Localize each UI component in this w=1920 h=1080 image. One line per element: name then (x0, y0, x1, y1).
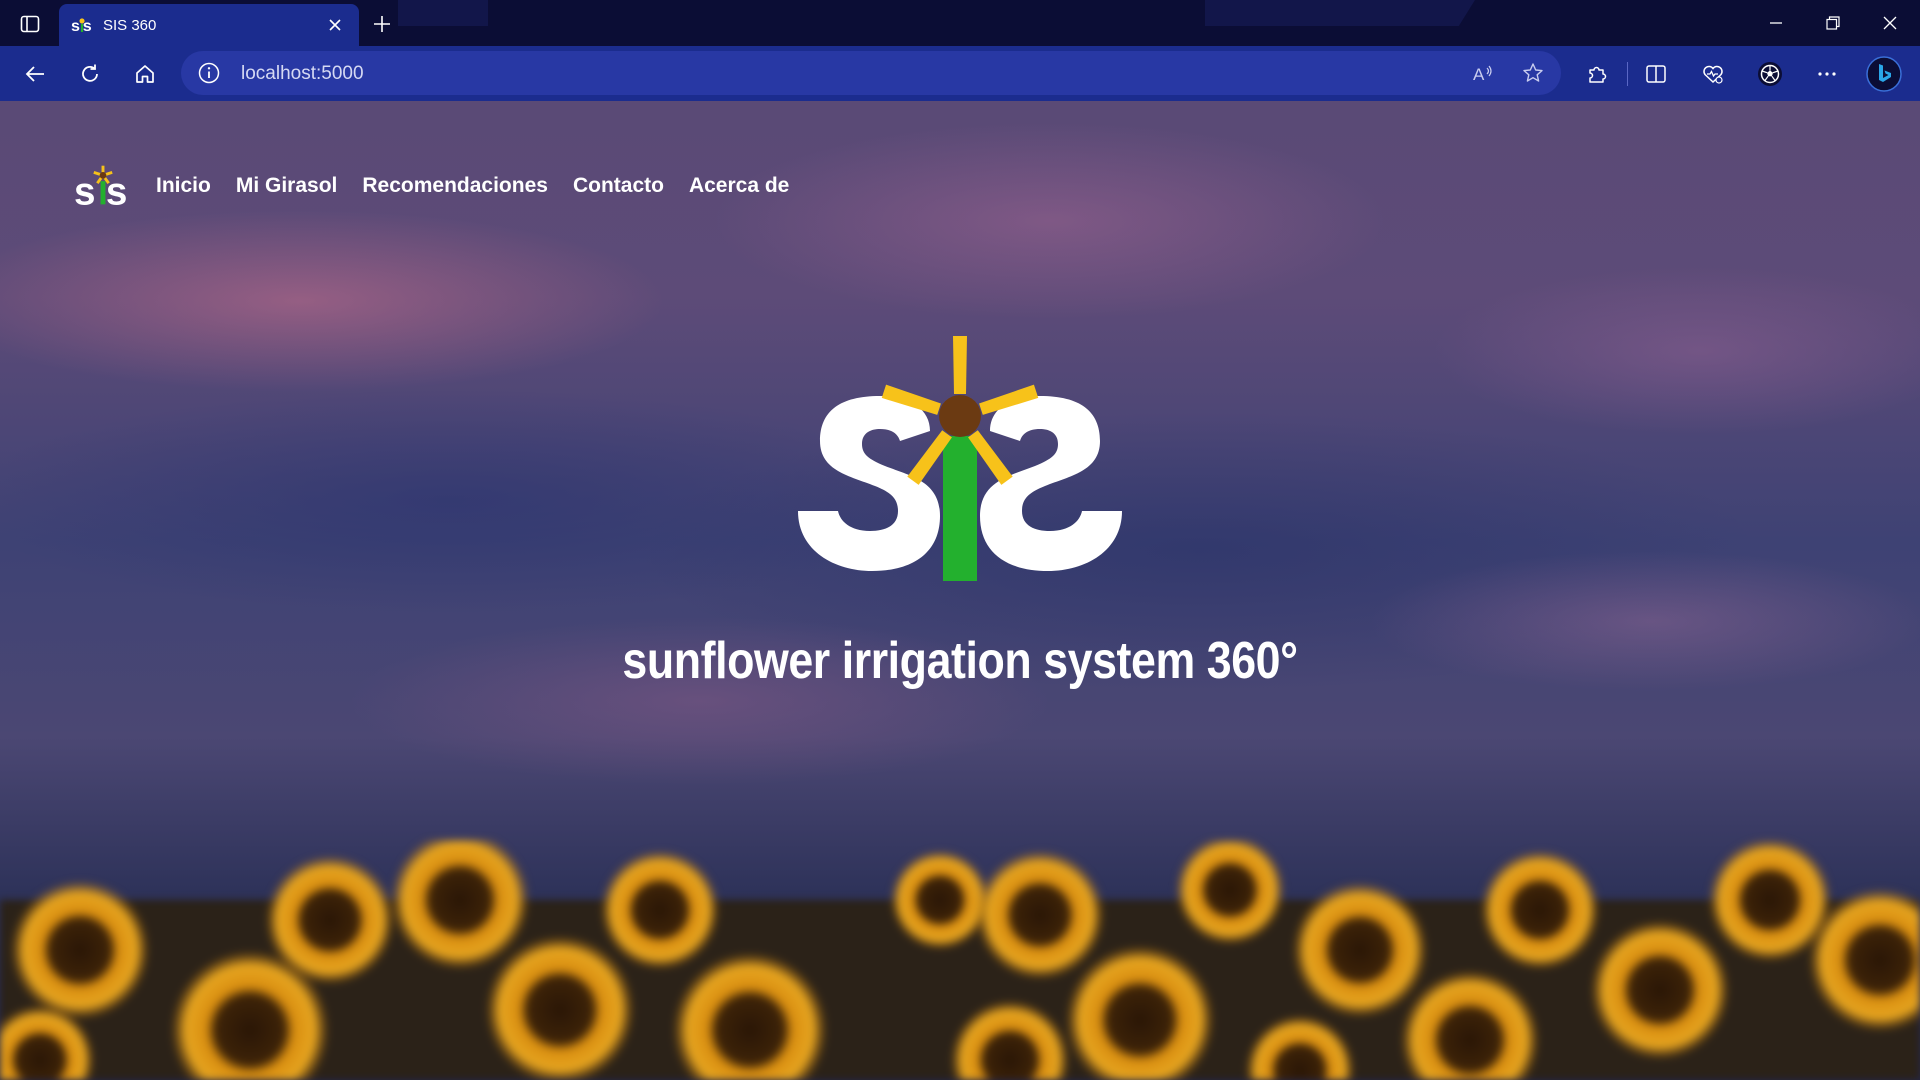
star-icon[interactable] (1519, 59, 1547, 87)
home-icon[interactable] (131, 60, 159, 88)
flower-center-shape (939, 395, 981, 437)
sidebar-icon[interactable] (18, 12, 42, 36)
page-hero-background: s s Inicio Mi Girasol Recomendaciones Co… (0, 101, 1920, 1080)
refresh-icon[interactable] (76, 60, 104, 88)
toolbar-separator (1627, 62, 1628, 86)
browser-tab-active[interactable]: ss SIS 360 (59, 4, 359, 46)
restore-icon[interactable] (1819, 10, 1847, 36)
plus-icon[interactable] (368, 10, 396, 38)
flower-stem-shape (943, 436, 977, 581)
sis-favicon-icon: ss (71, 14, 93, 36)
nav-link-inicio[interactable]: Inicio (156, 174, 211, 198)
close-icon[interactable] (323, 13, 347, 37)
sis-logo-icon[interactable]: s s (74, 163, 132, 209)
nav-link-mi-girasol[interactable]: Mi Girasol (236, 174, 338, 198)
bing-copilot-icon[interactable] (1866, 56, 1902, 92)
svg-text:A: A (1473, 65, 1485, 84)
sunflower-field-image (0, 840, 1920, 1080)
main-navigation: s s Inicio Mi Girasol Recomendaciones Co… (74, 161, 814, 211)
puzzle-icon[interactable] (1583, 60, 1611, 88)
tab-title: SIS 360 (103, 16, 157, 34)
hero-tagline: sunflower irrigation system 360° (622, 632, 1298, 690)
info-icon[interactable] (197, 61, 221, 85)
address-bar[interactable]: localhost:5000 A (181, 51, 1561, 95)
more-icon[interactable] (1813, 60, 1841, 88)
read-aloud-icon[interactable]: A (1469, 59, 1497, 87)
browser-toolbar: localhost:5000 A (0, 46, 1920, 101)
window-close-icon[interactable] (1876, 10, 1904, 36)
svg-text:s: s (74, 170, 96, 209)
back-arrow-icon[interactable] (21, 60, 49, 88)
nav-link-contacto[interactable]: Contacto (573, 174, 664, 198)
url-text[interactable]: localhost:5000 (241, 63, 364, 85)
background-tab[interactable] (398, 0, 488, 26)
nav-link-recomendaciones[interactable]: Recomendaciones (362, 174, 548, 198)
browser-titlebar: ss SIS 360 (0, 0, 1920, 46)
browser-essentials-icon[interactable] (1699, 60, 1727, 88)
sis-hero-logo (798, 336, 1122, 581)
minimize-icon[interactable] (1762, 10, 1790, 36)
svg-text:s: s (71, 17, 80, 34)
svg-text:s: s (106, 170, 128, 209)
background-tab[interactable] (1205, 0, 1475, 26)
soccer-ball-icon[interactable] (1756, 60, 1784, 88)
nav-link-acerca-de[interactable]: Acerca de (689, 174, 789, 198)
split-screen-icon[interactable] (1642, 60, 1670, 88)
